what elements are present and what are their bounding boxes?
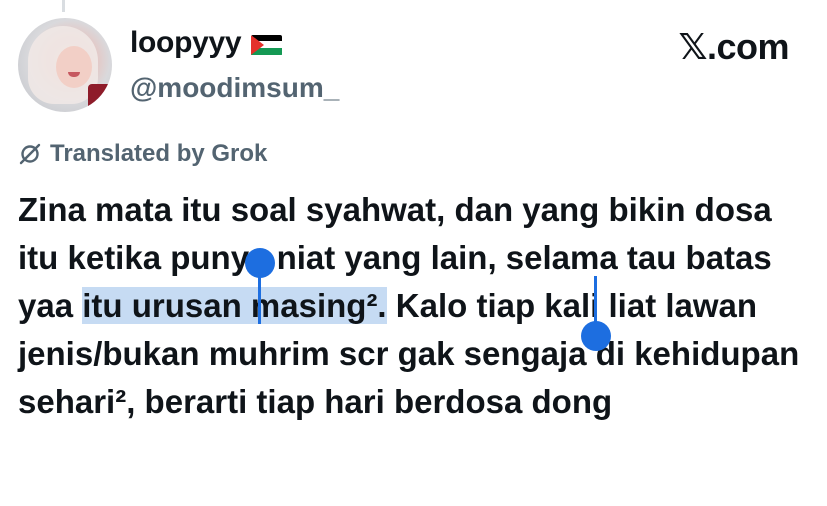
selected-text[interactable]: itu urusan masing². (82, 287, 387, 324)
palestine-flag-icon (251, 34, 283, 56)
translated-by-grok[interactable]: Translated by Grok (18, 140, 267, 168)
display-name[interactable]: loopyyy (130, 26, 242, 60)
thread-line (62, 0, 65, 12)
tweet-text[interactable]: Zina mata itu soal syahwat, dan yang bik… (18, 186, 808, 426)
avatar[interactable] (18, 18, 112, 112)
x-brand-logo: 𝕏.com (678, 26, 789, 67)
selection-start-handle[interactable] (245, 248, 275, 278)
user-handle[interactable]: @moodimsum_ (130, 72, 339, 104)
selection-end-handle[interactable] (581, 321, 611, 351)
translated-label: Translated by Grok (50, 140, 268, 167)
user-name-row[interactable]: loopyyy (130, 26, 283, 60)
grok-icon (19, 143, 41, 165)
